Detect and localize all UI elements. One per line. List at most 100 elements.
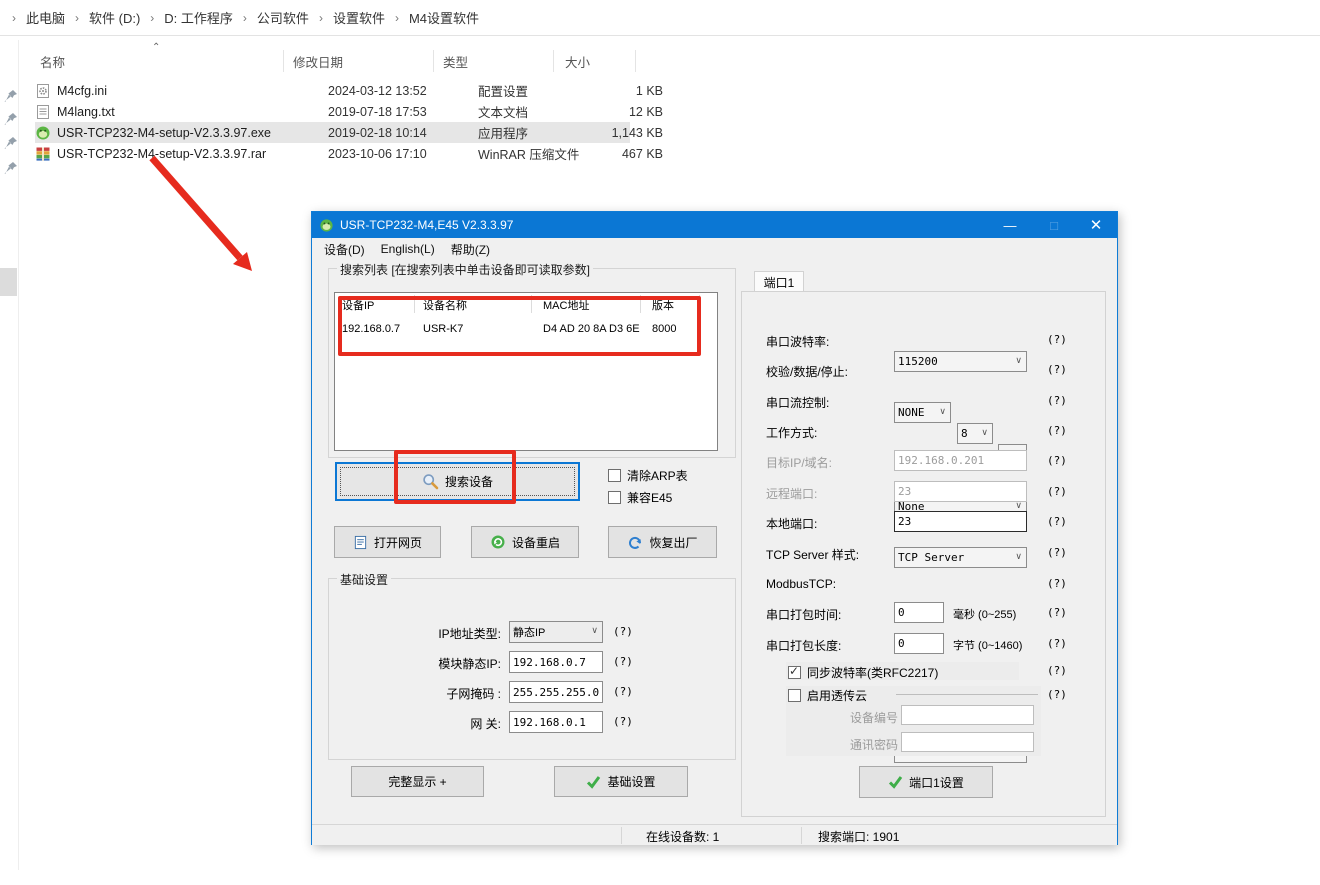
baud-value: 115200 bbox=[898, 355, 938, 368]
modbus-label: ModbusTCP: bbox=[766, 577, 876, 591]
column-header-type[interactable]: 类型 bbox=[443, 52, 468, 71]
column-divider[interactable] bbox=[635, 50, 636, 72]
file-row-rar[interactable]: USR-TCP232-M4-setup-V2.3.3.97.rar 2023-1… bbox=[35, 143, 630, 164]
file-type: 应用程序 bbox=[478, 123, 528, 142]
chevron-right-icon: › bbox=[391, 11, 403, 25]
title-bar[interactable]: USR-TCP232-M4,E45 V2.3.3.97 — □ ✕ bbox=[312, 212, 1117, 238]
device-restart-button[interactable]: 设备重启 bbox=[471, 526, 579, 558]
chevron-down-icon: ∨ bbox=[591, 625, 598, 636]
compat-e45-checkbox[interactable]: 兼容E45 bbox=[608, 489, 672, 506]
help-icon[interactable]: (?) bbox=[1047, 394, 1067, 407]
help-icon[interactable]: (?) bbox=[1047, 637, 1067, 650]
cloud-checkbox[interactable]: 启用透传云 bbox=[788, 687, 867, 704]
maximize-button[interactable]: □ bbox=[1039, 212, 1069, 238]
baud-label: 串口波特率: bbox=[766, 333, 876, 350]
pack-time-unit: 毫秒 (0~255) bbox=[953, 606, 1016, 622]
file-row-ini[interactable]: M4cfg.ini 2024-03-12 13:52 配置设置 1 KB bbox=[35, 80, 630, 101]
gateway-input[interactable] bbox=[509, 711, 603, 733]
tab-port1[interactable]: 端口1 bbox=[754, 271, 804, 292]
help-icon[interactable]: (?) bbox=[1047, 333, 1067, 346]
subnet-input[interactable] bbox=[509, 681, 603, 703]
checkbox-box[interactable] bbox=[608, 469, 621, 482]
data-bits-select[interactable]: 8 ∨ bbox=[957, 423, 993, 444]
file-name: USR-TCP232-M4-setup-V2.3.3.97.rar bbox=[57, 147, 266, 161]
checkbox-box[interactable] bbox=[608, 491, 621, 504]
help-icon[interactable]: (?) bbox=[613, 685, 633, 698]
annotation-box-search-button bbox=[394, 450, 516, 504]
static-ip-label: 模块静态IP: bbox=[401, 655, 501, 672]
undo-arrow-icon bbox=[627, 534, 643, 550]
sync-baud-checkbox[interactable]: 同步波特率(类RFC2217) bbox=[788, 664, 938, 681]
scrollbar-thumb[interactable] bbox=[0, 268, 17, 296]
clear-arp-checkbox[interactable]: 清除ARP表 bbox=[608, 467, 688, 484]
chevron-right-icon: › bbox=[71, 11, 83, 25]
help-icon[interactable]: (?) bbox=[1047, 606, 1067, 619]
help-icon[interactable]: (?) bbox=[1047, 454, 1067, 467]
help-icon[interactable]: (?) bbox=[1047, 424, 1067, 437]
ini-gear-icon bbox=[35, 83, 51, 99]
chevron-down-icon: ∨ bbox=[939, 406, 946, 417]
help-icon[interactable]: (?) bbox=[613, 715, 633, 728]
remote-ip-input bbox=[894, 450, 1027, 471]
breadcrumb-setup[interactable]: 设置软件 bbox=[327, 6, 391, 29]
pack-time-input[interactable] bbox=[894, 602, 944, 623]
full-display-button[interactable]: 完整显示 + bbox=[351, 766, 484, 797]
search-port-status: 搜索端口: 1901 bbox=[818, 828, 899, 845]
parity-label: 校验/数据/停止: bbox=[766, 363, 886, 380]
ip-type-select[interactable]: 静态IP ∨ bbox=[509, 621, 603, 643]
pack-time-label: 串口打包时间: bbox=[766, 606, 876, 623]
column-header-date[interactable]: 修改日期 bbox=[293, 52, 343, 71]
open-web-button[interactable]: 打开网页 bbox=[334, 526, 441, 558]
device-restart-label: 设备重启 bbox=[512, 534, 560, 551]
baud-select[interactable]: 115200 ∨ bbox=[894, 351, 1027, 372]
pin-icon[interactable] bbox=[4, 89, 18, 103]
breadcrumb-drive-d[interactable]: 软件 (D:) bbox=[83, 6, 146, 29]
factory-reset-button[interactable]: 恢复出厂 bbox=[608, 526, 717, 558]
menu-english[interactable]: English(L) bbox=[373, 240, 443, 258]
sort-ascending-icon: ⌃ bbox=[152, 42, 160, 53]
checkbox-box[interactable] bbox=[788, 689, 801, 702]
help-icon[interactable]: (?) bbox=[1047, 363, 1067, 376]
cloud-label: 启用透传云 bbox=[807, 687, 867, 704]
column-header-size[interactable]: 大小 bbox=[565, 52, 590, 71]
help-icon[interactable]: (?) bbox=[1047, 485, 1067, 498]
column-header-name[interactable]: 名称 bbox=[40, 52, 65, 71]
local-port-input[interactable] bbox=[894, 511, 1027, 532]
minimize-button[interactable]: — bbox=[995, 212, 1025, 238]
static-ip-input[interactable] bbox=[509, 651, 603, 673]
help-icon[interactable]: (?) bbox=[1047, 577, 1067, 590]
help-icon[interactable]: (?) bbox=[1047, 688, 1067, 701]
help-icon[interactable]: (?) bbox=[613, 625, 633, 638]
breadcrumb-company[interactable]: 公司软件 bbox=[251, 6, 315, 29]
comm-pwd-input bbox=[901, 732, 1034, 752]
basic-settings-button[interactable]: 基础设置 bbox=[554, 766, 688, 797]
column-divider[interactable] bbox=[433, 50, 434, 72]
help-icon[interactable]: (?) bbox=[1047, 664, 1067, 677]
help-icon[interactable]: (?) bbox=[1047, 546, 1067, 559]
parity-select[interactable]: NONE ∨ bbox=[894, 402, 951, 423]
data-bits-value: 8 bbox=[961, 427, 968, 440]
work-mode-select[interactable]: TCP Server ∨ bbox=[894, 547, 1027, 568]
help-icon[interactable]: (?) bbox=[613, 655, 633, 668]
column-divider[interactable] bbox=[553, 50, 554, 72]
pin-icon[interactable] bbox=[4, 112, 18, 126]
menu-device[interactable]: 设备(D) bbox=[316, 239, 373, 260]
pin-icon[interactable] bbox=[4, 161, 18, 175]
ip-type-label: IP地址类型: bbox=[401, 625, 501, 642]
help-icon[interactable]: (?) bbox=[1047, 515, 1067, 528]
file-row-exe-selected[interactable]: USR-TCP232-M4-setup-V2.3.3.97.exe 2019-0… bbox=[35, 122, 630, 143]
nav-pane-divider bbox=[18, 40, 19, 870]
checkbox-box[interactable] bbox=[788, 666, 801, 679]
breadcrumb-m4[interactable]: M4设置软件 bbox=[403, 6, 485, 29]
pin-icon[interactable] bbox=[4, 136, 18, 150]
menu-help[interactable]: 帮助(Z) bbox=[443, 239, 498, 260]
clear-arp-label: 清除ARP表 bbox=[627, 467, 688, 484]
port1-set-button[interactable]: 端口1设置 bbox=[859, 766, 993, 798]
text-file-icon bbox=[35, 104, 51, 120]
column-divider[interactable] bbox=[283, 50, 284, 72]
breadcrumb-this-pc[interactable]: 此电脑 bbox=[20, 6, 71, 29]
close-button[interactable]: ✕ bbox=[1081, 212, 1111, 238]
file-row-txt[interactable]: M4lang.txt 2019-07-18 17:53 文本文档 12 KB bbox=[35, 101, 630, 122]
pack-len-input[interactable] bbox=[894, 633, 944, 654]
breadcrumb-work[interactable]: D: 工作程序 bbox=[158, 6, 239, 29]
